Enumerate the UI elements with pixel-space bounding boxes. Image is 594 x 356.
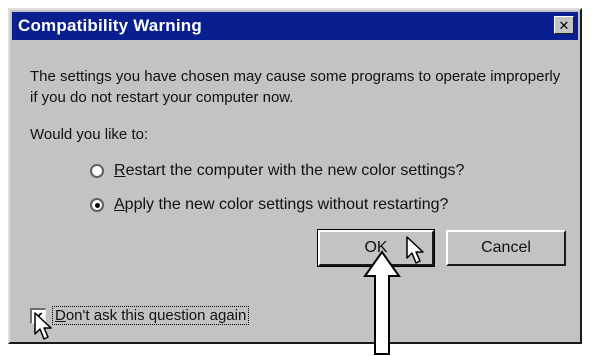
cancel-button[interactable]: Cancel	[446, 230, 566, 266]
cancel-button-label: Cancel	[481, 239, 531, 256]
mouse-pointer-icon	[34, 312, 52, 340]
restart-radio[interactable]	[90, 164, 104, 178]
question-label: Would you like to:	[30, 126, 149, 143]
title-bar[interactable]: Compatibility Warning ✕	[12, 12, 578, 40]
dont-ask-again-option[interactable]: ✔ Don't ask this question again	[30, 306, 250, 325]
warning-message: The settings you have chosen may cause s…	[30, 68, 561, 106]
restart-option[interactable]: Restart the computer with the new color …	[90, 162, 464, 180]
compatibility-warning-dialog: Compatibility Warning ✕ The settings you…	[8, 8, 582, 344]
close-icon: ✕	[558, 17, 570, 33]
up-arrow-icon	[363, 250, 401, 355]
apply-option[interactable]: Apply the new color settings without res…	[90, 196, 448, 214]
dialog-title: Compatibility Warning	[18, 16, 202, 35]
apply-option-label: Apply the new color settings without res…	[114, 196, 449, 213]
radio-selected-dot	[94, 202, 100, 208]
dont-ask-again-label: Don't ask this question again	[52, 306, 250, 325]
close-button[interactable]: ✕	[554, 16, 574, 34]
restart-option-label: Restart the computer with the new color …	[114, 162, 465, 179]
apply-radio[interactable]	[90, 198, 104, 212]
mouse-pointer-icon	[406, 236, 424, 264]
